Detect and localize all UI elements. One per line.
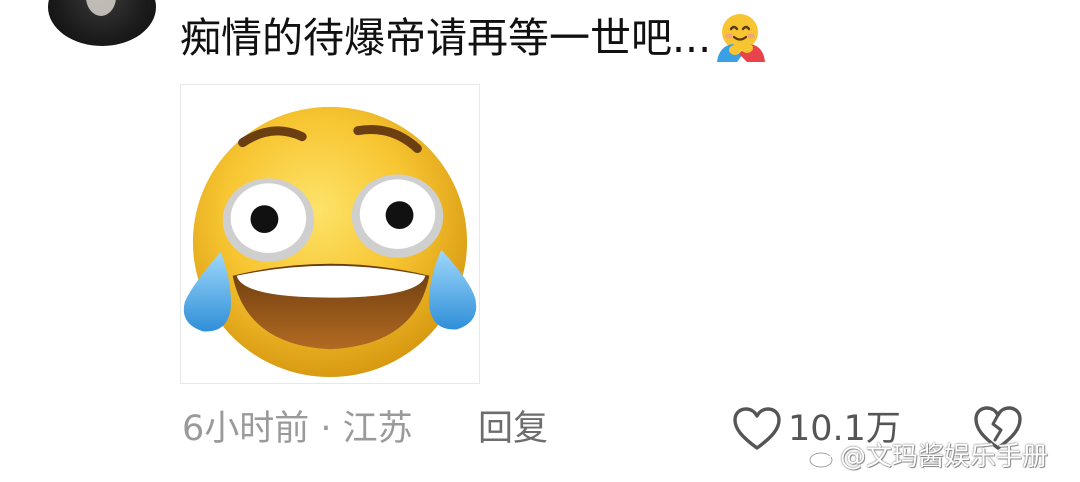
watermark: @文玛酱娱乐手册 [808, 440, 1048, 474]
hugging-face-icon [717, 14, 766, 62]
reply-button[interactable]: 回复 [478, 404, 548, 454]
laughing-crying-face-icon [183, 106, 477, 378]
avatar-face [86, 0, 116, 16]
comment-text: 痴情的待爆帝请再等一世吧... [180, 14, 712, 62]
sticker-image[interactable] [180, 84, 480, 384]
heart-icon [733, 407, 781, 450]
comment-card: 痴情的待爆帝请再等一世吧... 6小时前 · 江苏 回复 10.1万 @文玛酱娱… [0, 0, 1080, 482]
avatar[interactable] [48, 0, 156, 46]
watermark-text: @文玛酱娱乐手册 [840, 442, 1049, 472]
comment-time-location: 6小时前 · 江苏 [182, 409, 413, 449]
weibo-logo-icon [808, 447, 837, 469]
comment-body: 痴情的待爆帝请再等一世吧... [180, 10, 769, 66]
